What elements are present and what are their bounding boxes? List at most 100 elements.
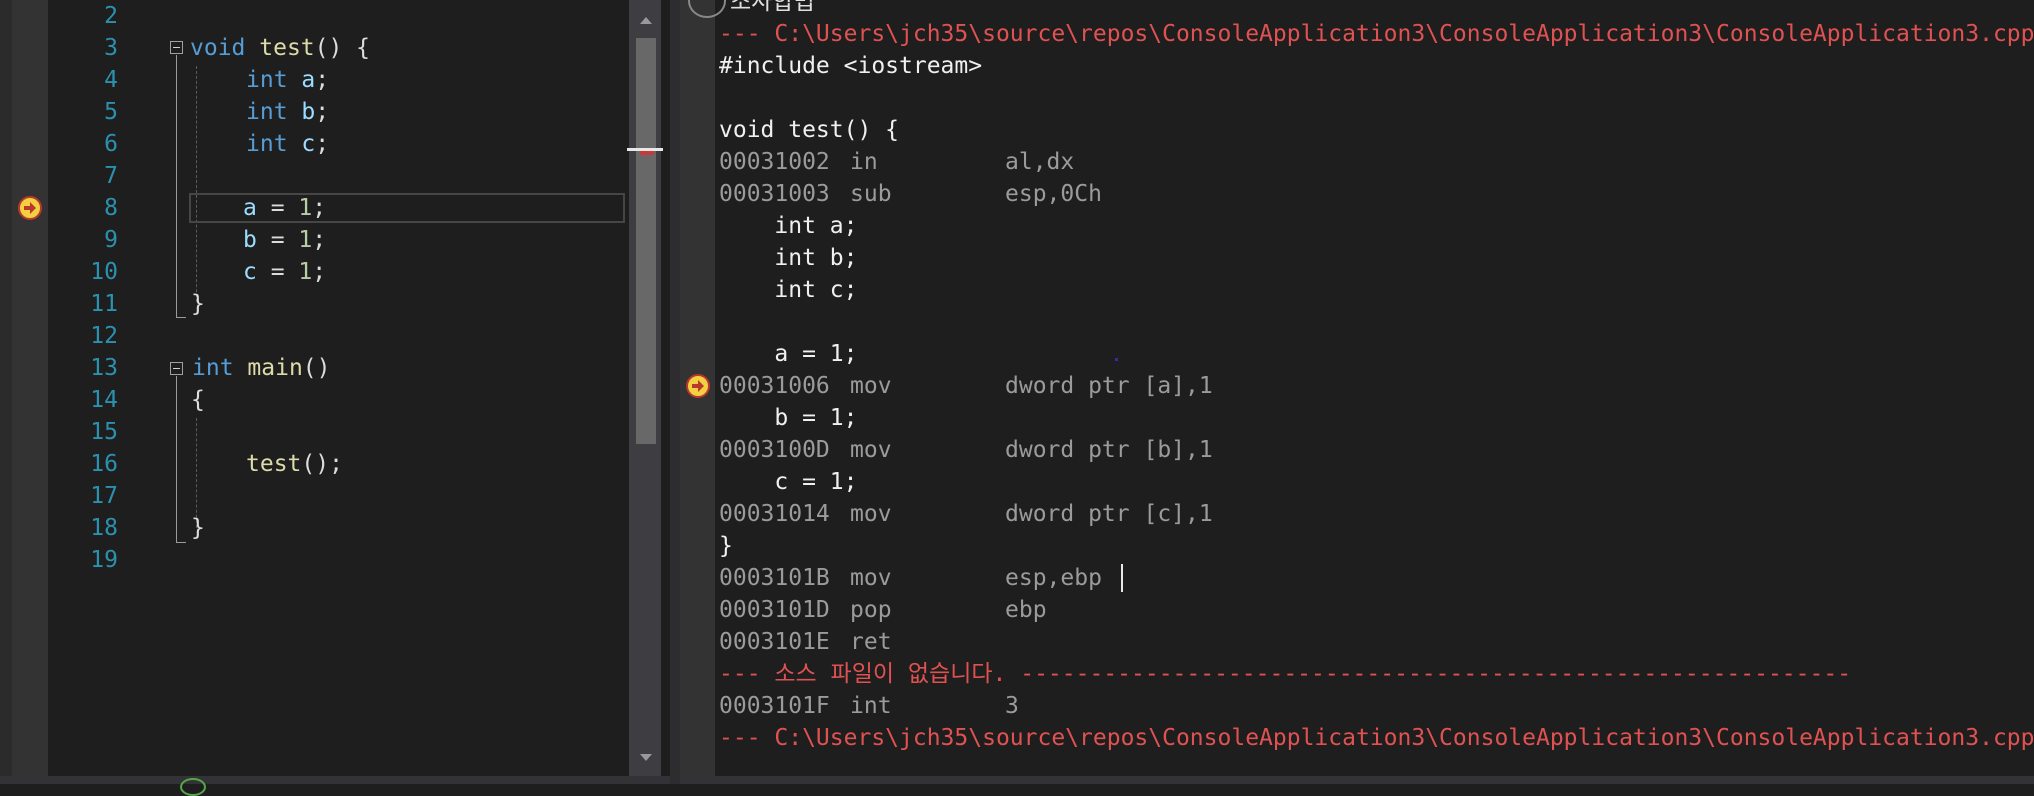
line-number: 14 <box>90 387 118 413</box>
instruction-opcode: ret <box>850 629 892 655</box>
variable: a <box>301 67 316 93</box>
instruction-address: 00031002 <box>719 149 830 175</box>
code-punctuation: ; <box>315 67 330 93</box>
line-number: 4 <box>104 67 118 93</box>
instruction-operands: dword ptr [c],1 <box>1005 501 1213 527</box>
instruction-opcode: in <box>850 149 878 175</box>
source-file-header-line[interactable]: --- C:\Users\jch35\source\repos\ConsoleA… <box>719 18 2034 50</box>
current-statement-arrow-icon <box>18 196 42 220</box>
instruction-address: 0003101D <box>719 597 830 623</box>
number-literal: 1 <box>298 227 313 253</box>
line-number: 19 <box>90 547 118 573</box>
source-file-header-line[interactable]: --- 소스 파일이 없습니다. -----------------------… <box>719 658 1851 690</box>
instruction-address: 00031006 <box>719 373 830 399</box>
code-line-6[interactable]: int c; <box>246 128 329 160</box>
code-line-18[interactable]: } <box>191 512 205 544</box>
collapse-test-function-icon[interactable] <box>170 41 183 54</box>
code-punctuation: () { <box>314 35 371 61</box>
instruction-address: 0003101E <box>719 629 830 655</box>
source-horizontal-scrollbar[interactable] <box>0 776 670 784</box>
number-literal: 1 <box>298 195 313 221</box>
code-punctuation: ; <box>312 227 327 253</box>
source-code-line[interactable]: a = 1; <box>719 338 857 370</box>
code-line-5[interactable]: int b; <box>246 96 329 128</box>
variable: b <box>243 227 257 253</box>
source-code-line[interactable]: int c; <box>719 274 857 306</box>
code-line-3[interactable]: void test() { <box>190 32 370 64</box>
indent-guide <box>196 66 197 302</box>
operator: = <box>256 195 299 221</box>
pane-splitter[interactable] <box>670 0 680 784</box>
code-line-4[interactable]: int a; <box>246 64 329 96</box>
code-line-13[interactable]: int main() <box>192 352 331 384</box>
disassembly-horizontal-scrollbar[interactable] <box>680 776 2034 784</box>
instruction-opcode: mov <box>850 565 892 591</box>
outline-bracket-main-end <box>176 542 186 543</box>
code-line-9[interactable]: b = 1; <box>243 224 326 256</box>
source-code-line[interactable]: #include <iostream> <box>719 50 982 82</box>
source-file-header-line[interactable]: --- C:\Users\jch35\source\repos\ConsoleA… <box>719 722 2034 754</box>
source-code-line[interactable]: int a; <box>719 210 857 242</box>
operator: = <box>256 259 299 285</box>
line-number: 11 <box>90 291 118 317</box>
code-punctuation: (); <box>301 451 343 477</box>
source-code-line[interactable]: } <box>719 530 733 562</box>
outline-bracket-test-end <box>176 317 186 318</box>
line-number: 13 <box>90 355 118 381</box>
instruction-operands: dword ptr [a],1 <box>1005 373 1213 399</box>
artifact-dot <box>1115 358 1118 361</box>
text-caret <box>1121 564 1123 592</box>
source-code-line[interactable]: int b; <box>719 242 857 274</box>
instruction-operands: 3 <box>1005 693 1019 719</box>
window-title: 조사합법 <box>730 0 815 15</box>
code-line-8[interactable]: a = 1; <box>243 192 326 224</box>
line-number: 18 <box>90 515 118 541</box>
instruction-address: 0003100D <box>719 437 830 463</box>
source-code-line[interactable]: c = 1; <box>719 466 857 498</box>
function-name: test <box>246 451 302 477</box>
instruction-address: 0003101B <box>719 565 830 591</box>
line-number: 8 <box>104 195 118 221</box>
variable: c <box>243 259 257 285</box>
scrollbar-thumb[interactable] <box>636 38 656 444</box>
number-literal: 1 <box>298 259 313 285</box>
keyword: int <box>246 99 288 125</box>
line-number: 7 <box>104 163 118 189</box>
line-number: 9 <box>104 227 118 253</box>
instruction-opcode: mov <box>850 437 892 463</box>
line-number: 5 <box>104 99 118 125</box>
line-number: 12 <box>90 323 118 349</box>
code-punctuation: ; <box>312 195 327 221</box>
instruction-operands: esp,0Ch <box>1005 181 1102 207</box>
function-name: test <box>259 35 315 61</box>
line-number: 10 <box>90 259 118 285</box>
line-number: 16 <box>90 451 118 477</box>
keyword: int <box>246 131 288 157</box>
instruction-opcode: int <box>850 693 892 719</box>
code-punctuation: ; <box>315 99 330 125</box>
line-number: 6 <box>104 131 118 157</box>
code-line-16[interactable]: test(); <box>246 448 343 480</box>
outline-bracket-test <box>176 55 177 317</box>
instruction-operands: esp,ebp <box>1005 565 1102 591</box>
source-code-line[interactable]: void test() { <box>719 114 899 146</box>
instruction-address: 0003101F <box>719 693 830 719</box>
keyword: void <box>190 35 246 61</box>
code-line-14[interactable]: { <box>191 384 205 416</box>
line-number: 17 <box>90 483 118 509</box>
scroll-up-arrow-icon[interactable] <box>636 10 656 30</box>
line-number: 3 <box>104 35 118 61</box>
variable: b <box>301 99 316 125</box>
source-code-line[interactable]: b = 1; <box>719 402 857 434</box>
current-instruction-arrow-icon <box>686 374 710 398</box>
scroll-down-arrow-icon[interactable] <box>636 748 656 768</box>
instruction-operands: dword ptr [b],1 <box>1005 437 1213 463</box>
scrollbar-breakpoint-marker <box>640 151 654 155</box>
code-line-10[interactable]: c = 1; <box>243 256 326 288</box>
instruction-opcode: mov <box>850 501 892 527</box>
instruction-address: 00031014 <box>719 501 830 527</box>
code-line-11[interactable]: } <box>191 288 205 320</box>
collapse-main-function-icon[interactable] <box>170 362 183 375</box>
source-glyph-margin[interactable] <box>12 0 48 784</box>
operator: = <box>256 227 299 253</box>
